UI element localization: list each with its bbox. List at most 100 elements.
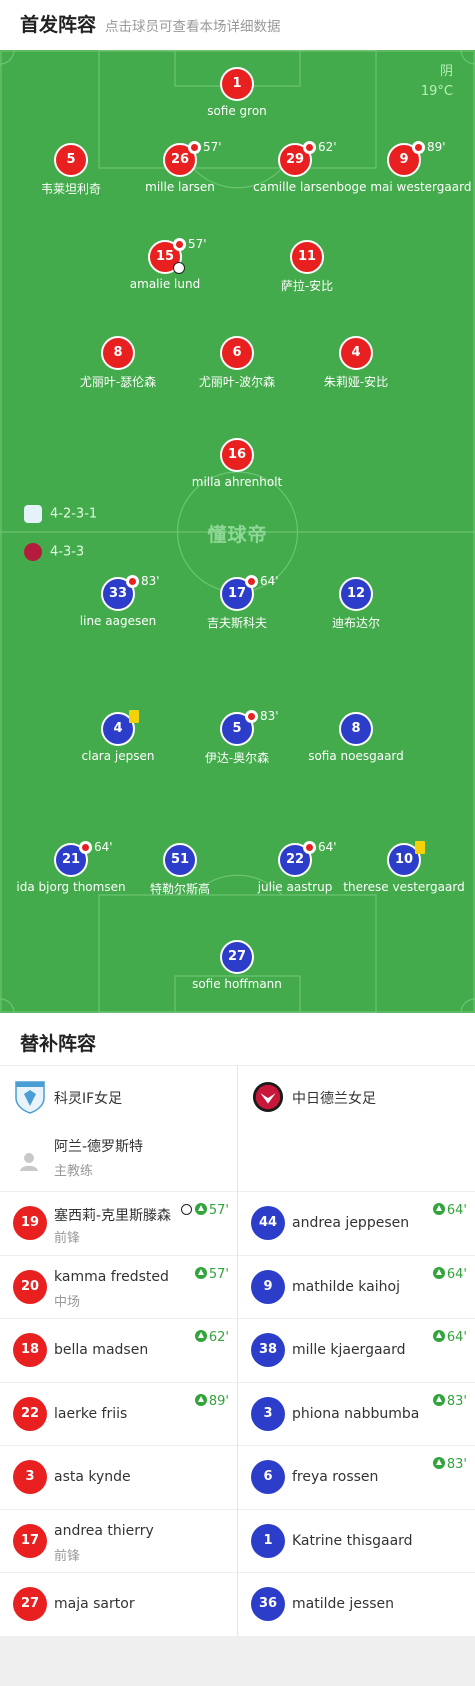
home-player-7[interactable]: 11 萨拉-安比 [237, 240, 377, 300]
away-player-6[interactable]: 8 sofia noesgaard [286, 712, 426, 772]
weather: 阴 19°C [421, 62, 453, 102]
player-name: sofia noesgaard [308, 749, 404, 763]
sub-position: 中场 [54, 1294, 81, 1310]
sub-in-icon [194, 1330, 207, 1342]
sub-in-time-text: 64' [446, 1203, 467, 1218]
home-formation-text: 4-2-3-1 [50, 506, 98, 522]
player-name: therese vestergaard [343, 880, 465, 894]
home-player-10[interactable]: 4 朱莉娅-安比 [286, 336, 426, 396]
player-number: 1 [220, 67, 254, 101]
home-coach[interactable]: 阿兰-德罗斯特 主教练 [0, 1128, 237, 1194]
home-player-11[interactable]: 16 milla ahrenholt [167, 438, 307, 498]
away-sub-row[interactable]: 38 mille kjaergaard 64' [238, 1318, 475, 1382]
sub-number: 20 [13, 1269, 47, 1304]
away-player-3[interactable]: 12 迪布达尔 [286, 577, 426, 637]
player-number: 27 [220, 940, 254, 974]
lineup-page: 首发阵容 点击球员可查看本场详细数据 阴 19°C 懂球帝 4-2-3-1 4-… [0, 0, 475, 1686]
sub-in-time: 83' [432, 1393, 467, 1409]
coach-name: 阿兰-德罗斯特 [54, 1139, 144, 1155]
sub-in-time: 62' [194, 1330, 229, 1345]
player-name: 朱莉娅-安比 [323, 375, 389, 389]
sub-time: 83' [260, 709, 279, 723]
sub-time: 64' [260, 574, 279, 588]
away-sub-row[interactable]: 6 freya rossen 83' [238, 1445, 475, 1509]
player-name: 迪布达尔 [331, 616, 380, 630]
sub-in-time: 64' [432, 1330, 467, 1345]
player-name: amalie lund [129, 277, 201, 291]
sub-in-icon [194, 1393, 207, 1406]
sub-number: 6 [251, 1460, 285, 1494]
sub-in-time: 64' [432, 1266, 467, 1282]
away-team-small-icon [24, 543, 42, 561]
home-sub-row[interactable]: 19 塞西莉-克里斯滕森 前锋 57' [0, 1191, 237, 1255]
lineup-subtitle: 点击球员可查看本场详细数据 [105, 19, 281, 35]
sub-name: bella madsen [54, 1342, 149, 1358]
sub-in-icon [432, 1266, 445, 1279]
sub-name: 塞西莉-克里斯滕森 [54, 1208, 172, 1224]
sub-time: 83' [141, 574, 160, 588]
sub-position: 前锋 [54, 1231, 81, 1246]
player-name: milla ahrenholt [191, 475, 283, 489]
away-sub-row[interactable]: 36 matilde jessen [238, 1572, 475, 1636]
home-sub-row[interactable]: 3 asta kynde [0, 1445, 237, 1509]
away-team-header[interactable]: 中日德兰女足 [238, 1066, 475, 1128]
sub-time: 57' [203, 140, 222, 154]
sub-number: 17 [13, 1523, 47, 1558]
sub-out-icon [245, 710, 258, 723]
sub-in-time: 57' [180, 1203, 229, 1218]
player-number: 5 [54, 143, 88, 177]
away-sub-row[interactable]: 44 andrea jeppesen 64' [238, 1191, 475, 1255]
sub-number: 44 [251, 1206, 285, 1240]
yellow-card-icon [129, 710, 139, 723]
sub-name: matilde jessen [292, 1596, 395, 1612]
sub-in-time-text: 89' [208, 1393, 229, 1409]
away-formation: 4-3-3 [24, 543, 84, 561]
page-footer [0, 1636, 475, 1686]
home-player-5[interactable]: 9 boge mai westergaard 89' [334, 140, 474, 203]
sub-in-icon [432, 1393, 445, 1406]
sub-in-icon [432, 1457, 445, 1469]
sub-in-time-text: 64' [446, 1266, 467, 1282]
sub-number: 19 [13, 1206, 47, 1240]
sub-in-time-text: 64' [446, 1330, 467, 1345]
sub-number: 18 [13, 1333, 47, 1367]
sub-in-icon [432, 1330, 445, 1342]
player-number: 16 [220, 438, 254, 472]
sub-number: 38 [251, 1333, 285, 1367]
home-sub-row[interactable]: 27 maja sartor [0, 1572, 237, 1636]
away-player-11[interactable]: 27 sofie hoffmann [167, 940, 307, 1000]
sub-number: 9 [251, 1269, 285, 1304]
home-sub-row[interactable]: 18 bella madsen 62' [0, 1318, 237, 1382]
sub-out-icon [303, 841, 316, 854]
coach-avatar-icon [20, 1153, 38, 1171]
home-sub-row[interactable]: 22 laerke friis 89' [0, 1381, 237, 1446]
sub-time: 57' [188, 237, 207, 251]
home-player-1[interactable]: 1 sofie gron [167, 67, 307, 127]
sub-in-time: 57' [194, 1266, 229, 1282]
sub-name: mille kjaergaard [292, 1342, 406, 1358]
sub-time: 89' [427, 140, 446, 154]
player-number: 4 [339, 336, 373, 370]
weather-condition: 阴 [439, 64, 453, 79]
sub-in-time-text: 57' [208, 1266, 229, 1282]
player-name: sofie gron [207, 104, 267, 118]
sub-name: freya rossen [292, 1469, 379, 1485]
yellow-card-icon [415, 841, 425, 854]
away-player-10[interactable]: 10 therese vestergaard [334, 841, 474, 903]
away-sub-row[interactable]: 3 phiona nabbumba 83' [238, 1381, 475, 1446]
player-number: 8 [339, 712, 373, 746]
coach-role: 主教练 [54, 1164, 94, 1179]
sub-out-icon [126, 575, 139, 588]
sub-name: andrea jeppesen [292, 1215, 410, 1231]
sub-in-icon [194, 1203, 207, 1215]
home-sub-row[interactable]: 17 andrea thierry 前锋 [0, 1508, 237, 1573]
home-player-6[interactable]: 15 amalie lund 57' [95, 237, 235, 300]
home-sub-row[interactable]: 20 kamma fredsted 中场 57' [0, 1254, 237, 1319]
lineup-header: 首发阵容 点击球员可查看本场详细数据 [0, 0, 475, 50]
sub-number: 22 [13, 1396, 47, 1431]
home-team-logo-icon [15, 1081, 45, 1114]
home-team-header[interactable]: 科灵IF女足 [0, 1066, 237, 1128]
away-sub-row[interactable]: 1 Katrine thisgaard [238, 1508, 475, 1573]
away-sub-row[interactable]: 9 mathilde kaihoj 64' [238, 1254, 475, 1319]
sub-in-time: 64' [432, 1203, 467, 1218]
